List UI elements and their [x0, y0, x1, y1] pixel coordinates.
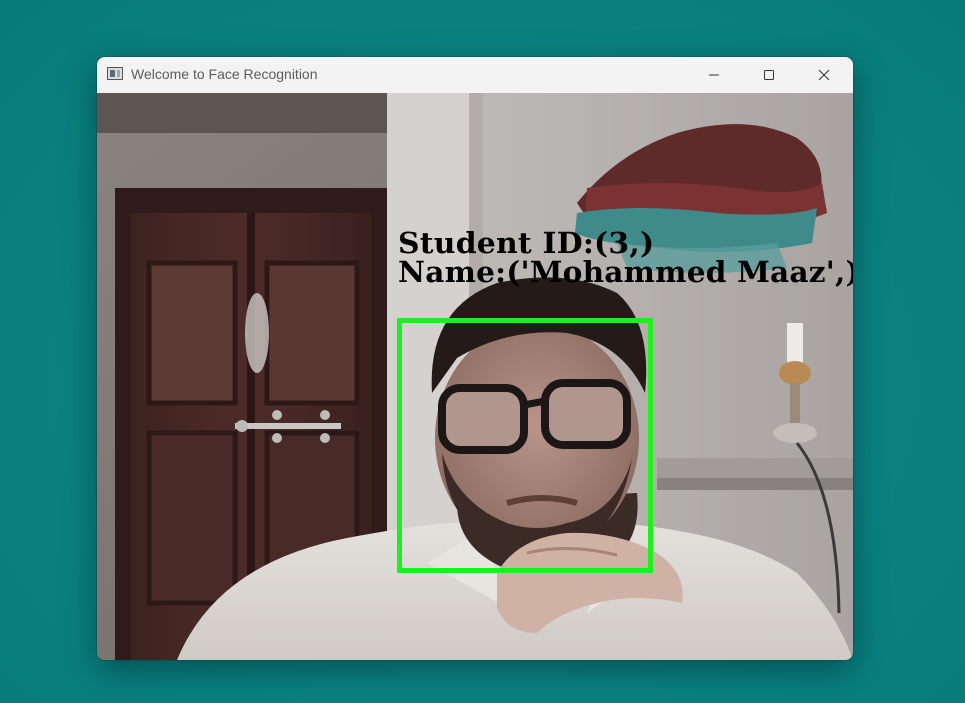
close-icon	[818, 69, 830, 81]
minimize-icon	[709, 74, 719, 76]
face-recognition-window: Welcome to Face Recognition Student ID:(…	[97, 57, 853, 660]
desktop-background: Welcome to Face Recognition Student ID:(…	[0, 0, 965, 703]
student-name-label: Name:('Mohammed Maaz',)	[398, 255, 853, 289]
close-button[interactable]	[801, 57, 847, 93]
maximize-button[interactable]	[746, 57, 792, 93]
maximize-icon	[764, 70, 774, 80]
app-icon	[107, 67, 123, 80]
window-title: Welcome to Face Recognition	[131, 66, 318, 82]
minimize-button[interactable]	[691, 57, 737, 93]
face-detection-box	[397, 318, 653, 573]
camera-feed: Student ID:(3,) Name:('Mohammed Maaz',)	[97, 93, 853, 660]
window-titlebar[interactable]: Welcome to Face Recognition	[97, 57, 853, 93]
